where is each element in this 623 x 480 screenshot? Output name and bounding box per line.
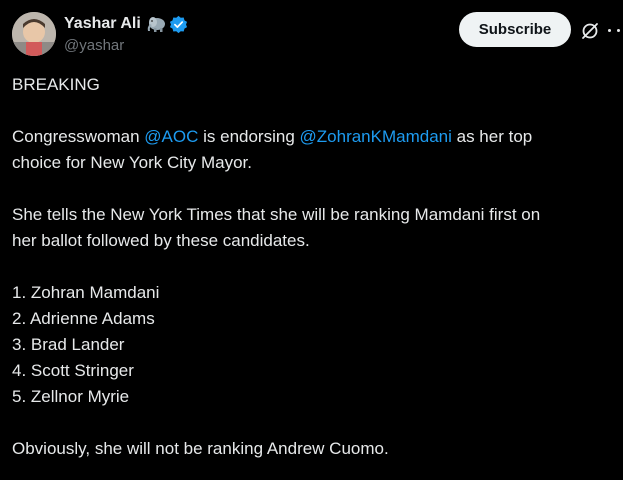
display-name[interactable]: Yashar Ali <box>64 15 141 33</box>
mention-aoc-link[interactable]: @AOC <box>144 127 198 146</box>
elephant-emoji-icon <box>146 15 166 33</box>
candidate-list: 1. Zohran Mamdani 2. Adrienne Adams 3. B… <box>12 280 612 410</box>
closing-line: Obviously, she will not be ranking Andre… <box>12 439 389 458</box>
paragraph-ballot: She tells the New York Times that she wi… <box>12 205 541 250</box>
list-item: 2. Adrienne Adams <box>12 309 155 328</box>
grok-icon[interactable] <box>580 21 600 41</box>
headline: BREAKING <box>12 75 100 94</box>
avatar[interactable] <box>12 12 56 56</box>
mention-zohran-link[interactable]: @ZohranKMamdani <box>300 127 452 146</box>
name-row: Yashar Ali <box>64 14 188 34</box>
list-item: 1. Zohran Mamdani <box>12 283 160 302</box>
subscribe-button[interactable]: Subscribe <box>459 12 571 47</box>
tweet-header: Yashar Ali @yashar Subscribe <box>12 12 623 58</box>
verified-badge-icon[interactable] <box>169 15 188 34</box>
list-item: 3. Brad Lander <box>12 335 125 354</box>
more-options-icon[interactable] <box>608 20 623 40</box>
handle[interactable]: @yashar <box>64 37 124 54</box>
tweet: Yashar Ali @yashar Subscribe BREAKING Co… <box>0 0 623 480</box>
list-item: 5. Zellnor Myrie <box>12 387 130 406</box>
list-item: 4. Scott Stringer <box>12 361 134 380</box>
tweet-text: BREAKING Congresswoman @AOC is endorsing… <box>12 72 612 480</box>
paragraph-endorsement: Congresswoman @AOC is endorsing @ZohranK… <box>12 127 533 172</box>
